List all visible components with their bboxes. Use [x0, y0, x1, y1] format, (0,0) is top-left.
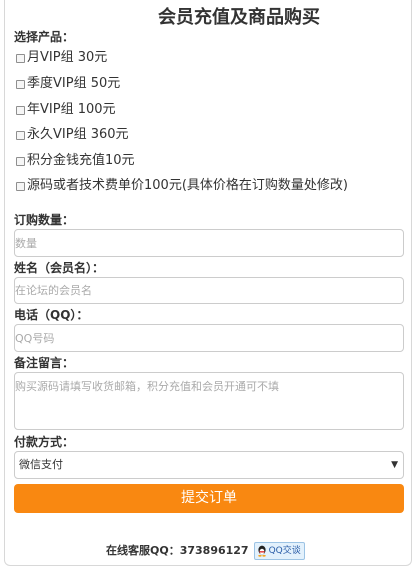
qq-chat-label: QQ交谈: [268, 546, 301, 556]
name-label: 姓名（会员名）：: [14, 261, 105, 275]
option-label: 年VIP组 100元: [27, 102, 116, 117]
qq-penguin-icon: [257, 545, 267, 557]
checkbox[interactable]: [16, 53, 25, 63]
option-label: 源码或者技术费单价100元(具体价格在订购数量处修改): [27, 178, 348, 193]
product-option-quarterly-vip[interactable]: 季度VIP组 50元: [16, 76, 120, 92]
member-name-input[interactable]: [14, 277, 404, 304]
option-label: 季度VIP组 50元: [27, 76, 121, 91]
remark-textarea[interactable]: [14, 372, 404, 430]
checkbox[interactable]: [16, 156, 25, 166]
product-option-lifetime-vip[interactable]: 永久VIP组 360元: [16, 127, 129, 143]
checkbox[interactable]: [16, 181, 25, 191]
checkbox[interactable]: [16, 130, 25, 140]
product-option-monthly-vip[interactable]: 月VIP组 30元: [16, 50, 107, 66]
option-label: 积分金钱充值10元: [27, 153, 135, 168]
option-label: 月VIP组 30元: [27, 50, 108, 65]
payment-selected-value: 微信支付: [19, 458, 63, 471]
qq-chat-button[interactable]: QQ交谈: [253, 542, 305, 560]
option-label: 永久VIP组 360元: [27, 127, 129, 142]
customer-service: 在线客服QQ：373896127 QQ交谈: [106, 542, 305, 560]
payment-label: 付款方式：: [14, 435, 75, 449]
checkbox[interactable]: [16, 79, 25, 89]
quantity-input[interactable]: [14, 229, 404, 257]
product-option-yearly-vip[interactable]: 年VIP组 100元: [16, 102, 116, 118]
quantity-label: 订购数量：: [14, 213, 75, 227]
product-label: 选择产品：: [14, 30, 75, 44]
qq-number-input[interactable]: [14, 324, 404, 352]
page-title: 会员充值及商品购买: [133, 4, 345, 32]
checkbox[interactable]: [16, 105, 25, 115]
submit-order-button[interactable]: 提交订单: [14, 484, 404, 513]
service-qq-text: 在线客服QQ：373896127: [106, 544, 249, 557]
remark-label: 备注留言：: [14, 356, 75, 370]
product-option-points-recharge[interactable]: 积分金钱充值10元: [16, 153, 135, 169]
dropdown-arrow-icon: ▼: [391, 460, 398, 470]
phone-label: 电话（QQ）：: [14, 308, 89, 322]
product-option-source-code[interactable]: 源码或者技术费单价100元(具体价格在订购数量处修改): [16, 178, 348, 194]
payment-method-select[interactable]: 微信支付 ▼: [14, 451, 404, 479]
